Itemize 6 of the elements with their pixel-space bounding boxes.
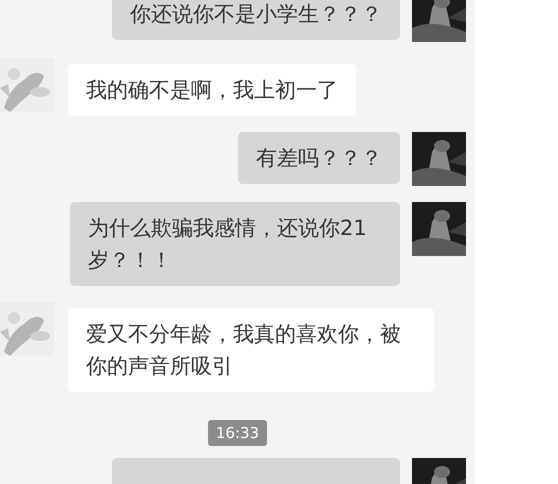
timestamp: 16:33 xyxy=(208,420,268,446)
message-bubble: 有差吗？？？ xyxy=(238,132,400,184)
message-bubble: 你还说你不是小学生？？？ xyxy=(112,0,400,40)
message-bubble: 爱又不分年龄，我真的喜欢你，被你的声音所吸引 xyxy=(68,308,434,392)
message-bubble: 为什么欺骗我感情，还说你21岁？！！ xyxy=(70,202,400,286)
message-bubble: 我的确不是啊，我上初一了 xyxy=(68,64,356,116)
